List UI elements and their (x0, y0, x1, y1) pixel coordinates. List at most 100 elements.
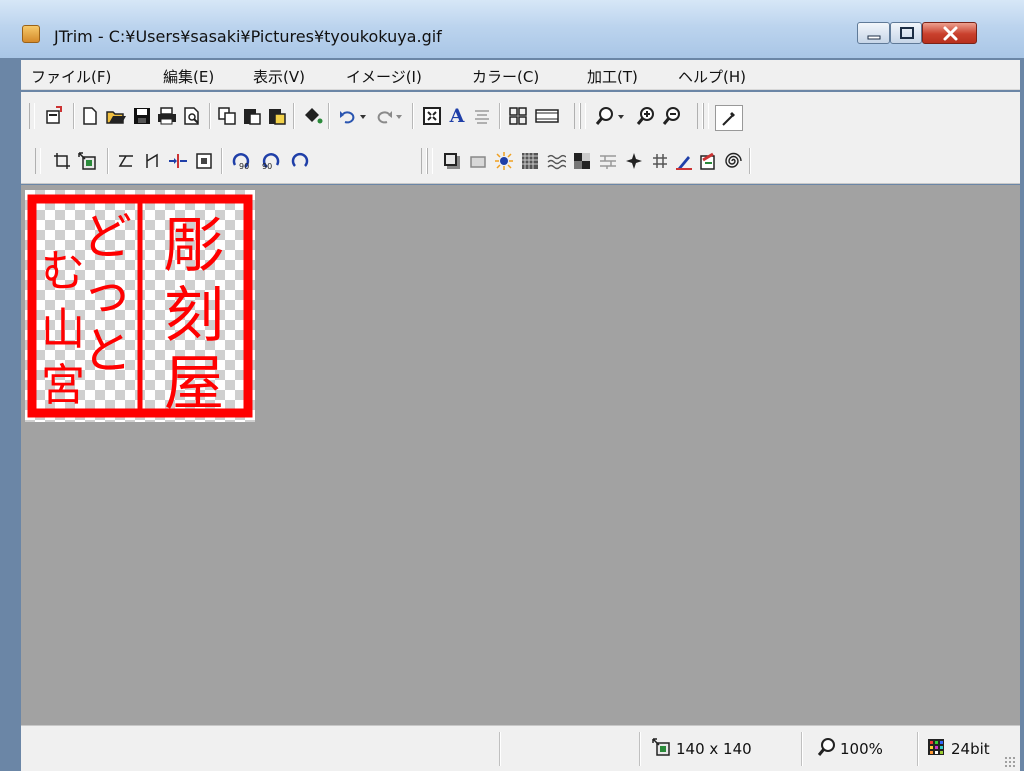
erase-paint-button[interactable] (697, 150, 719, 172)
stamp-char: 彫 (164, 211, 224, 281)
import-button[interactable] (43, 105, 65, 127)
app-icon[interactable] (22, 25, 40, 43)
menu-process[interactable]: 加工(T) (587, 66, 638, 87)
zoom-in-button[interactable] (635, 105, 657, 127)
undo-dropdown[interactable] (357, 105, 369, 127)
starburst-button[interactable] (623, 150, 645, 172)
toolbar-separator (293, 103, 295, 129)
image-canvas[interactable]: 彫 刻 屋 ど っ と む 山 宮 (21, 185, 1020, 725)
zoom-out-button[interactable] (661, 105, 683, 127)
close-button[interactable] (922, 22, 977, 44)
redo-icon (377, 111, 392, 124)
spiral-button[interactable] (721, 150, 743, 172)
copy-button[interactable] (216, 105, 238, 127)
paste-new-icon (269, 109, 286, 125)
flip-horizontal-button[interactable] (115, 150, 137, 172)
title-bar[interactable]: JTrim - C:¥Users¥sasaki¥Pictures¥tyoukok… (0, 0, 1024, 58)
rotate-left-90-button[interactable]: 90 (229, 150, 255, 172)
zoom-menu-icon (595, 107, 613, 125)
toolbar-grip[interactable] (35, 148, 41, 174)
brick-icon (600, 155, 616, 169)
chevron-down-icon (618, 115, 624, 119)
toolbar-separator (499, 103, 501, 129)
redo-button[interactable] (373, 105, 395, 127)
toolbar-grip[interactable] (29, 103, 35, 129)
eyedropper-icon (722, 112, 735, 126)
maximize-button[interactable] (890, 22, 922, 44)
fit-window-button[interactable] (421, 105, 443, 127)
rotate-free-button[interactable] (289, 150, 311, 172)
print-button[interactable] (156, 105, 178, 127)
resize-grip[interactable] (1004, 756, 1016, 768)
rotate-right-90-button[interactable]: 90 (259, 150, 285, 172)
toolbar-separator (221, 148, 223, 174)
stamp-char: っ (82, 264, 132, 322)
minimize-button[interactable] (857, 22, 890, 44)
lattice-icon (653, 154, 667, 168)
stamp-char: 宮 (41, 360, 85, 411)
status-bar: 140 x 140 100% 24bit (21, 725, 1020, 771)
undo-button[interactable] (337, 105, 359, 127)
frame-icon (196, 153, 212, 169)
frame-button[interactable] (193, 150, 215, 172)
sunburst-button[interactable] (493, 150, 515, 172)
brick-button[interactable] (597, 150, 619, 172)
print-preview-icon (184, 107, 199, 125)
pen-button[interactable] (673, 150, 695, 172)
crop-icon (54, 153, 70, 169)
app-window: JTrim - C:¥Users¥sasaki¥Pictures¥tyoukok… (0, 0, 1024, 771)
starburst-icon (626, 153, 642, 169)
save-button[interactable] (131, 105, 153, 127)
menu-file[interactable]: ファイル(F) (31, 66, 111, 87)
image-preview[interactable]: 彫 刻 屋 ど っ と む 山 宮 (25, 190, 255, 422)
toolbar-grip[interactable] (703, 103, 709, 129)
trim-button[interactable] (167, 150, 189, 172)
shadow-button[interactable] (441, 150, 463, 172)
align-icon (475, 110, 489, 124)
filmstrip-button[interactable] (534, 105, 560, 127)
mosaic-button[interactable] (519, 150, 541, 172)
emboss-button[interactable] (467, 150, 489, 172)
menu-edit[interactable]: 編集(E) (163, 66, 214, 87)
zoom-level: 100% (840, 740, 883, 758)
rotate-free-icon (291, 152, 309, 167)
size-icon (652, 738, 670, 756)
open-button[interactable] (105, 105, 127, 127)
pattern-button[interactable] (571, 150, 593, 172)
wave-button[interactable] (545, 150, 567, 172)
copy-icon (218, 107, 236, 125)
redo-dropdown[interactable] (393, 105, 405, 127)
print-preview-button[interactable] (181, 105, 203, 127)
process-toolbar: 90 90 (21, 140, 1020, 184)
sunburst-icon (495, 152, 513, 170)
text-tool-button[interactable]: A (446, 105, 468, 127)
trim-icon (169, 154, 187, 168)
flip-horizontal-icon (118, 155, 133, 167)
eyedropper-button[interactable] (715, 105, 743, 131)
resize-button[interactable] (77, 150, 99, 172)
fill-button[interactable] (301, 105, 323, 127)
stamp-char: む (41, 246, 85, 297)
filmstrip-icon (535, 109, 559, 123)
crop-button[interactable] (51, 150, 73, 172)
zoom-menu-button[interactable] (595, 105, 617, 127)
grid-icon (509, 107, 527, 125)
paste-button[interactable] (241, 105, 263, 127)
paste-new-button[interactable] (266, 105, 288, 127)
grid-button[interactable] (507, 105, 529, 127)
menu-image[interactable]: イメージ(I) (346, 66, 422, 87)
toolbar-grip[interactable] (427, 148, 433, 174)
stamp-char: 山 (41, 304, 85, 355)
erase-paint-icon (700, 152, 715, 170)
zoom-dropdown[interactable] (615, 105, 627, 127)
toolbar-grip[interactable] (580, 103, 586, 129)
stamp-char: 屋 (164, 349, 224, 419)
menu-help[interactable]: ヘルプ(H) (678, 66, 746, 87)
lattice-button[interactable] (649, 150, 671, 172)
color-depth: 24bit (951, 740, 990, 758)
menu-view[interactable]: 表示(V) (253, 66, 305, 87)
new-file-button[interactable] (79, 105, 101, 127)
menu-color[interactable]: カラー(C) (472, 66, 539, 87)
align-button[interactable] (471, 105, 493, 127)
flip-vertical-button[interactable] (141, 150, 163, 172)
